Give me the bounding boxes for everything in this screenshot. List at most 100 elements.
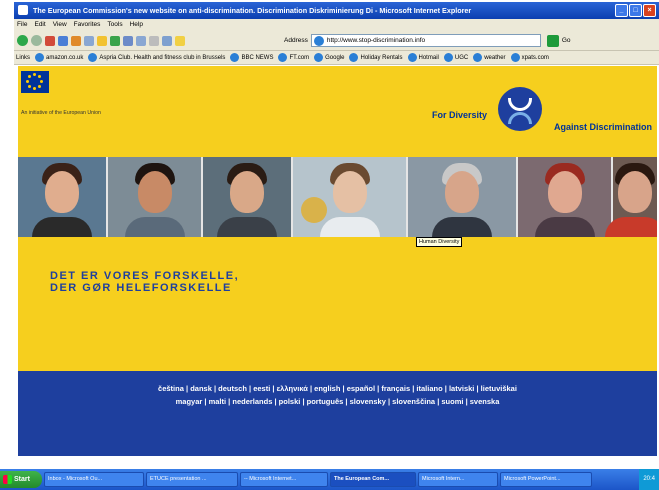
link-item[interactable]: Aspria Club. Health and fitness club in … (88, 51, 225, 64)
maximize-button[interactable]: □ (629, 4, 642, 17)
language-row: magyar | malti | nederlands | polski | p… (175, 397, 500, 406)
close-button[interactable]: × (643, 4, 656, 17)
page-icon (278, 53, 288, 62)
page-icon (510, 53, 520, 62)
link-label: Google (325, 54, 345, 61)
portrait-strip (18, 157, 657, 237)
media-icon[interactable] (110, 35, 120, 46)
portrait-woman-red-hair (518, 157, 613, 237)
taskbar-item-outlook[interactable]: Inbox - Microsoft Ou... (44, 472, 144, 487)
page-icon (349, 53, 359, 62)
minimize-button[interactable]: _ (615, 4, 628, 17)
portrait-man-moustache (108, 157, 203, 237)
window-title: The European Commission's new website on… (33, 6, 472, 15)
go-button[interactable]: Go (562, 37, 571, 44)
portrait-woman-dark-hair (605, 157, 657, 237)
lang-link[interactable]: slovensky (350, 397, 386, 406)
link-label: xpats.com (521, 54, 549, 61)
link-label: FT.com (289, 54, 310, 61)
links-label: Links (16, 55, 31, 61)
language-links: čeština | dansk | deutsch | eesti | ελλη… (18, 382, 657, 408)
eu-flag-icon (21, 71, 49, 93)
home-icon[interactable] (71, 35, 81, 46)
lang-link[interactable]: ελληνικά (277, 384, 308, 393)
portrait-scientist (293, 157, 408, 237)
start-button[interactable]: Start (0, 471, 42, 488)
taskbar-item-powerpoint[interactable]: Microsoft PowerPoint... (500, 472, 592, 487)
lang-link[interactable]: français (381, 384, 410, 393)
taskbar-item-ie[interactable]: -- Microsoft Internet... (240, 472, 328, 487)
link-item[interactable]: FT.com (278, 51, 309, 64)
initiative-text: An initiative of the European Union (21, 110, 101, 116)
window-controls: _ □ × (615, 4, 656, 17)
forward-icon[interactable] (31, 35, 42, 46)
menu-file[interactable]: File (17, 19, 27, 31)
menu-view[interactable]: View (53, 19, 67, 31)
link-item[interactable]: Google (314, 51, 344, 64)
stop-icon[interactable] (45, 35, 55, 46)
taskbar-item-european-commission[interactable]: The European Com... (330, 472, 416, 487)
edit-icon[interactable] (162, 35, 172, 46)
language-row: čeština | dansk | deutsch | eesti | ελλη… (158, 384, 517, 393)
lang-link[interactable]: magyar (176, 397, 203, 406)
mail-icon[interactable] (136, 35, 146, 46)
refresh-icon[interactable] (58, 35, 68, 46)
lang-link[interactable]: lietuviškai (481, 384, 517, 393)
link-item[interactable]: xpats.com (510, 51, 549, 64)
link-label: Hotmail (418, 54, 439, 61)
link-label: Holiday Rentals (360, 54, 403, 61)
link-item[interactable]: Hotmail (407, 51, 439, 64)
lang-link[interactable]: polski (279, 397, 301, 406)
lang-link[interactable]: suomi (441, 397, 463, 406)
lang-link[interactable]: čeština (158, 384, 184, 393)
page-icon (473, 53, 483, 62)
address-field[interactable]: http://www.stop-discrimination.info (310, 34, 541, 47)
taskbar-item-ie-2[interactable]: Microsoft Intern... (418, 472, 498, 487)
menu-edit[interactable]: Edit (34, 19, 45, 31)
address-label: Address (284, 37, 308, 44)
go-icon[interactable] (546, 34, 559, 47)
folder-icon[interactable] (175, 35, 185, 46)
lang-link[interactable]: svenska (470, 397, 500, 406)
lang-link[interactable]: english (314, 384, 340, 393)
menu-favorites[interactable]: Favorites (74, 19, 101, 31)
portrait-woman (18, 157, 108, 237)
link-label: Aspria Club. Health and fitness club in … (99, 54, 226, 61)
portrait-young-man (203, 157, 293, 237)
browser-window: The European Commission's new website on… (0, 0, 659, 490)
page-icon (407, 53, 417, 62)
lang-link[interactable]: eesti (253, 384, 270, 393)
link-label: weather (484, 54, 506, 61)
lang-link[interactable]: português (307, 397, 344, 406)
windows-logo-icon (3, 475, 12, 484)
menu-help[interactable]: Help (130, 19, 143, 31)
favorites-icon[interactable] (97, 35, 107, 46)
links-bar: Links amazon.co.uk Aspria Club. Health a… (14, 51, 659, 65)
lang-link[interactable]: deutsch (218, 384, 247, 393)
search-icon[interactable] (84, 35, 94, 46)
print-icon[interactable] (149, 35, 159, 46)
lang-link[interactable]: español (347, 384, 375, 393)
title-bar: The European Commission's new website on… (14, 2, 659, 19)
lang-link[interactable]: latviski (449, 384, 474, 393)
link-item[interactable]: BBC NEWS (230, 51, 273, 64)
taskbar-item-etuce[interactable]: ETUCE presentation ... (146, 472, 238, 487)
link-item[interactable]: weather (473, 51, 506, 64)
menu-tools[interactable]: Tools (107, 19, 122, 31)
back-icon[interactable] (17, 35, 28, 46)
link-item[interactable]: Holiday Rentals (349, 51, 403, 64)
tooltip: Human Diversity (416, 237, 463, 247)
lang-link[interactable]: dansk (190, 384, 212, 393)
link-label: UGC (454, 54, 469, 61)
history-icon[interactable] (123, 35, 133, 46)
lang-link[interactable]: italiano (416, 384, 442, 393)
system-tray-clock: 20:4 (639, 469, 659, 490)
lang-link[interactable]: slovenščina (392, 397, 435, 406)
link-item[interactable]: UGC (443, 51, 469, 64)
language-bar: čeština | dansk | deutsch | eesti | ελλη… (18, 371, 657, 456)
headline: DET ER VORES FORSKELLE, DER GØR HELEFORS… (50, 270, 239, 294)
lang-link[interactable]: malti (209, 397, 227, 406)
toolbar: Address http://www.stop-discrimination.i… (14, 31, 659, 51)
lang-link[interactable]: nederlands (232, 397, 272, 406)
link-item[interactable]: amazon.co.uk (35, 51, 83, 64)
